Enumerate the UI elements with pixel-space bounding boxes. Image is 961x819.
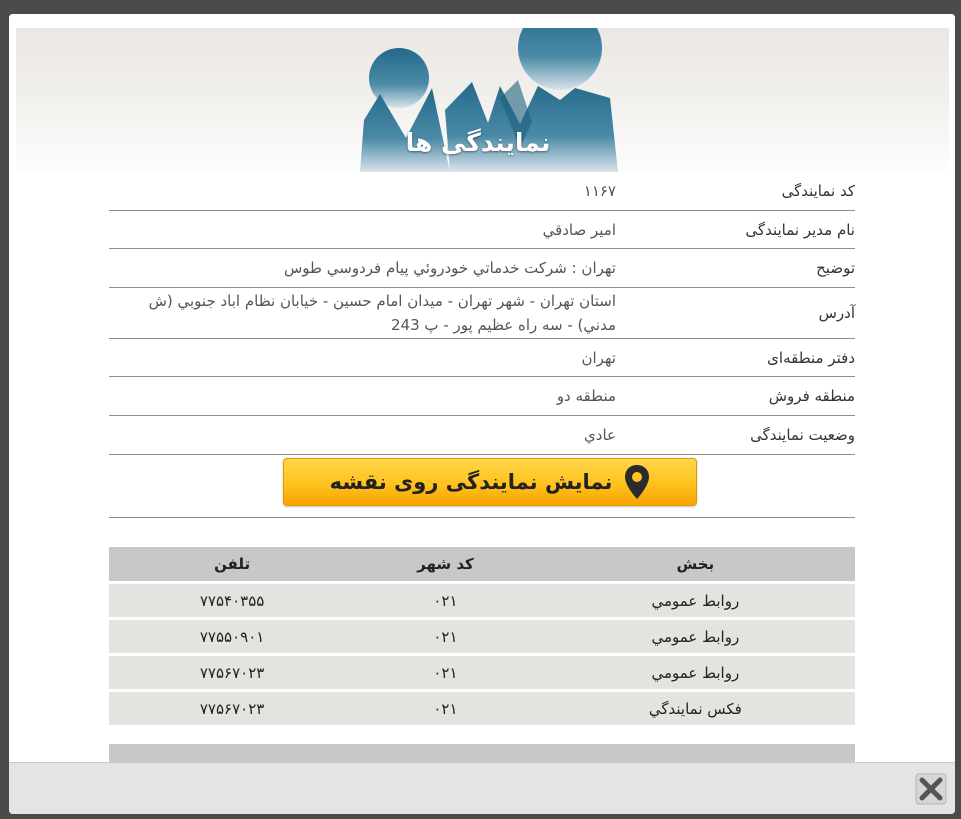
column-header-phone: تلفن: [109, 547, 356, 581]
info-row-code: کد نمایندگی ۱۱۶۷: [109, 172, 855, 211]
info-value: ۱۱۶۷: [583, 182, 616, 200]
cell-section: فكس نمايندگي: [535, 692, 855, 725]
info-row-regional-office: دفتر منطقه‌ای تهران: [109, 339, 855, 377]
info-value: امير صادقي: [542, 220, 616, 239]
info-row-manager: نام مدیر نمایندگی امير صادقي: [109, 211, 855, 249]
cell-section: روابط عمومي: [535, 656, 855, 689]
info-label: دفتر منطقه‌ای: [767, 348, 855, 367]
map-button-row: نمایش نمایندگی روی نقشه: [109, 455, 855, 518]
info-value: عادي: [584, 426, 616, 444]
column-header-section: بخش: [535, 547, 855, 581]
show-on-map-label: نمایش نمایندگی روی نقشه: [329, 470, 613, 494]
map-pin-icon: [625, 465, 650, 499]
show-on-map-button[interactable]: نمایش نمایندگی روی نقشه: [283, 458, 697, 506]
banner-title: نمایندگی ها: [405, 128, 551, 157]
modal-overlay: نمایندگی ها کد نمایندگی ۱۱۶۷ نام مدیر نم…: [0, 0, 961, 819]
cell-phone: ۷۷۵۵۰۹۰۱: [109, 620, 356, 653]
info-label: وضعیت نمایندگی: [750, 426, 855, 444]
info-label: نام مدیر نمایندگی: [745, 220, 855, 239]
info-row-status: وضعیت نمایندگی عادي: [109, 416, 855, 455]
phone-table-header: بخش کد شهر تلفن: [109, 547, 855, 581]
table-row: فكس نمايندگي ۰۲۱ ۷۷۵۶۷۰۲۳: [109, 692, 855, 725]
cell-section: روابط عمومي: [535, 620, 855, 653]
info-label: منطقه فروش: [768, 387, 855, 405]
table-row: روابط عمومي ۰۲۱ ۷۷۵۶۷۰۲۳: [109, 656, 855, 689]
dialog-content[interactable]: نمایندگی ها کد نمایندگی ۱۱۶۷ نام مدیر نم…: [9, 14, 955, 762]
info-value: استان تهران - شهر تهران - ميدان امام حسي…: [148, 292, 616, 334]
table-row: روابط عمومي ۰۲۱ ۷۷۵۵۰۹۰۱: [109, 620, 855, 653]
table-row: روابط عمومي ۰۲۱ ۷۷۵۴۰۳۵۵: [109, 584, 855, 617]
dialog-footer: [9, 762, 955, 814]
cell-section: روابط عمومي: [535, 584, 855, 617]
info-value: منطقه دو: [556, 387, 616, 405]
close-icon[interactable]: [915, 773, 947, 805]
info-row-address: آدرس استان تهران - شهر تهران - ميدان اما…: [109, 288, 855, 339]
cell-city-code: ۰۲۱: [355, 620, 536, 653]
info-row-sales-region: منطقه فروش منطقه دو: [109, 377, 855, 416]
info-value: تهران : شركت خدماتي خودروئي پيام فردوسي …: [284, 259, 616, 277]
info-label: آدرس: [818, 304, 855, 322]
info-value: تهران: [581, 348, 616, 367]
second-table-header: [109, 744, 855, 762]
dealers-banner: نمایندگی ها: [16, 28, 949, 172]
cell-city-code: ۰۲۱: [355, 584, 536, 617]
phone-table: بخش کد شهر تلفن روابط عمومي ۰۲۱ ۷۷۵۴۰۳۵۵…: [109, 544, 855, 728]
cell-phone: ۷۷۵۶۷۰۲۳: [109, 656, 356, 689]
cell-city-code: ۰۲۱: [355, 656, 536, 689]
info-label: توضیح: [816, 259, 855, 277]
info-label: کد نمایندگی: [781, 182, 855, 200]
cell-phone: ۷۷۵۴۰۳۵۵: [109, 584, 356, 617]
cell-phone: ۷۷۵۶۷۰۲۳: [109, 692, 356, 725]
info-row-description: توضیح تهران : شركت خدماتي خودروئي پيام ف…: [109, 249, 855, 288]
column-header-city-code: کد شهر: [355, 547, 536, 581]
dealer-details-dialog: نمایندگی ها کد نمایندگی ۱۱۶۷ نام مدیر نم…: [9, 14, 955, 814]
cell-city-code: ۰۲۱: [355, 692, 536, 725]
dealer-info-table: کد نمایندگی ۱۱۶۷ نام مدیر نمایندگی امير …: [109, 172, 855, 518]
